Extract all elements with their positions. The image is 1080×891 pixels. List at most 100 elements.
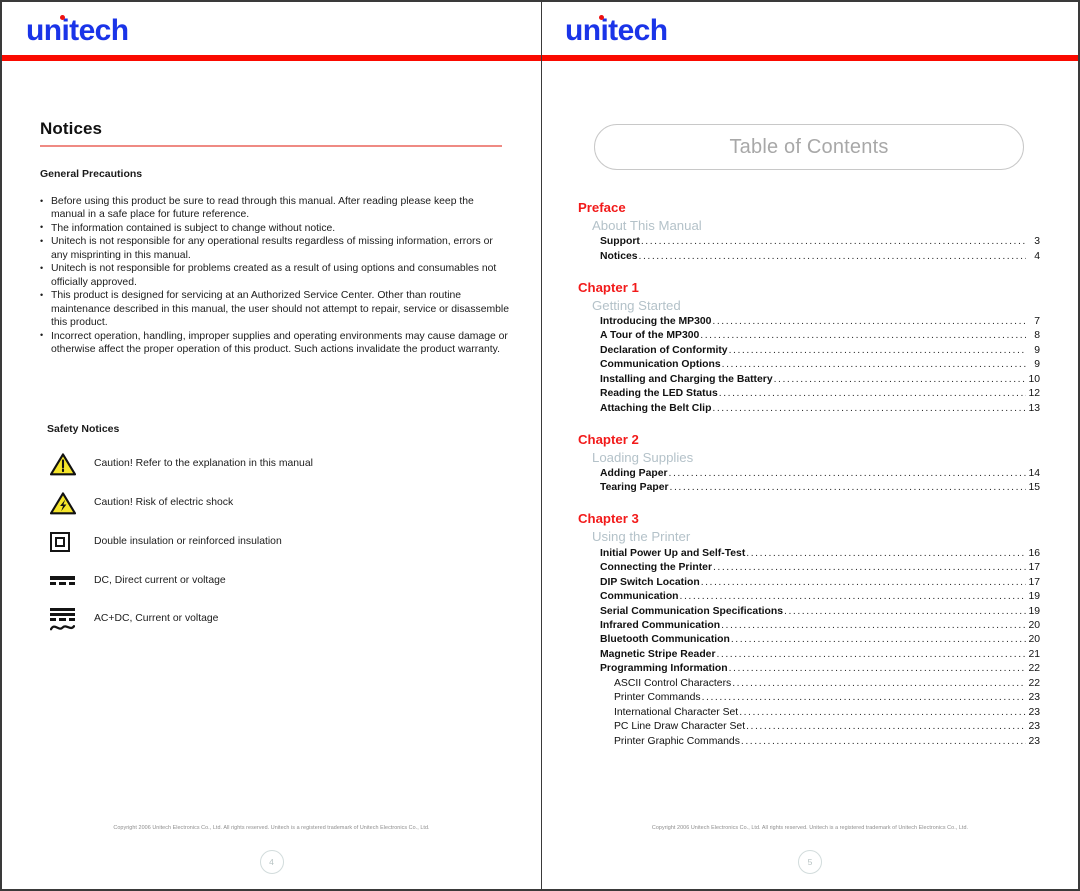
header-red-rule	[2, 55, 541, 61]
toc-section-heading: Getting Started	[592, 297, 681, 313]
toc-entry[interactable]: Connecting the Printer..................…	[600, 561, 1040, 575]
safety-notice-label: Caution! Risk of electric shock	[94, 496, 234, 508]
toc-entry-title: International Character Set	[614, 706, 739, 718]
toc-entry-page: 7	[1034, 316, 1040, 328]
toc-entry-title: Communication Options	[600, 359, 721, 371]
toc-entry[interactable]: Communication...........................…	[600, 590, 1040, 604]
logo-i-dot-icon	[598, 15, 604, 20]
toc-entry-title: Bluetooth Communication	[600, 634, 730, 646]
toc-dot-leader: ........................................…	[721, 620, 1026, 631]
toc-title: Table of Contents	[729, 136, 889, 158]
toc-entry[interactable]: Installing and Charging the Battery.....…	[600, 373, 1040, 387]
toc-entry[interactable]: A Tour of the MP300.....................…	[600, 329, 1040, 343]
caution-triangle-exclamation-icon	[47, 453, 93, 476]
toc-entry-page: 10	[1028, 373, 1040, 385]
page-left-notices: unitech Notices General Precautions Befo…	[0, 0, 542, 891]
toc-entry-title: PC Line Draw Character Set	[614, 721, 746, 733]
safety-notice-label: DC, Direct current or voltage	[94, 574, 226, 586]
toc-entry[interactable]: Initial Power Up and Self-Test..........…	[600, 547, 1040, 561]
toc-dot-leader: ........................................…	[773, 373, 1026, 385]
toc-section-heading: Using the Printer	[592, 529, 691, 545]
toc-dot-leader: ........................................…	[746, 721, 1026, 733]
toc-dot-leader: ........................................…	[701, 692, 1026, 704]
unitech-logo-text: unitech	[565, 14, 668, 47]
toc-entry-page: 4	[1034, 250, 1040, 262]
toc-entry[interactable]: Tearing Paper...........................…	[600, 481, 1040, 495]
toc-entry-page: 23	[1028, 692, 1040, 704]
toc-entry[interactable]: ASCII Control Characters................…	[614, 677, 1040, 691]
footer-copyright: Copyright 2006 Unitech Electronics Co., …	[113, 825, 430, 831]
toc-dot-leader: ........................................…	[721, 359, 1026, 371]
page-number-badge: 4	[259, 850, 284, 874]
toc-entry-title: Reading the LED Status	[600, 388, 718, 400]
unitech-logo-text: unitech	[26, 14, 129, 47]
toc-entry-title: A Tour of the MP300	[600, 330, 700, 342]
toc-entry-page: 12	[1028, 388, 1040, 400]
safety-notice-row: AC+DC, Current or voltage	[47, 600, 507, 639]
toc-entry-title: Initial Power Up and Self-Test	[600, 547, 746, 559]
general-precautions-list: Before using this product be sure to rea…	[40, 195, 510, 356]
safety-notice-label: Caution! Refer to the explanation in thi…	[94, 458, 313, 470]
toc-entry-title: Printer Graphic Commands	[614, 735, 740, 747]
toc-entry[interactable]: Bluetooth Communication.................…	[600, 633, 1040, 647]
toc-dot-leader: ........................................…	[669, 482, 1026, 494]
toc-dot-leader: ........................................…	[700, 576, 1026, 588]
toc-entry-page: 9	[1034, 344, 1040, 356]
toc-entry[interactable]: Printer Commands........................…	[614, 691, 1040, 705]
toc-entry-title: Installing and Charging the Battery	[600, 373, 773, 385]
toc-entry[interactable]: Programming Information.................…	[600, 662, 1040, 676]
toc-entry-title: Serial Communication Specifications	[600, 605, 784, 617]
toc-dot-leader: ........................................…	[728, 344, 1026, 356]
toc-entry-page: 13	[1028, 402, 1040, 414]
toc-entry-page: 16	[1028, 547, 1040, 559]
toc-entry-page: 23	[1028, 706, 1040, 718]
safety-notice-label: Double insulation or reinforced insulati…	[94, 535, 282, 547]
toc-dot-leader: ........................................…	[638, 250, 1026, 262]
toc-entry[interactable]: Reading the LED Status..................…	[600, 387, 1040, 401]
safety-notices-list: Caution! Refer to the explanation in thi…	[47, 445, 507, 639]
toc-entry[interactable]: Serial Communication Specifications.....…	[600, 605, 1040, 619]
safety-notices-heading: Safety Notices	[47, 423, 120, 435]
toc-dot-leader: ........................................…	[728, 663, 1026, 675]
header-red-rule	[542, 55, 1078, 61]
precaution-bullet: Unitech is not responsible for any opera…	[40, 235, 510, 262]
toc-dot-leader: ........................................…	[718, 388, 1026, 400]
toc-dot-leader: ........................................…	[712, 316, 1026, 328]
toc-entry[interactable]: DIP Switch Location.....................…	[600, 576, 1040, 590]
toc-entry-page: 23	[1028, 721, 1040, 733]
logo-i-dot-icon	[59, 15, 65, 20]
toc-entry-title: Communication	[600, 591, 679, 603]
toc-entry[interactable]: International Character Set.............…	[614, 706, 1040, 720]
toc-chapter-heading: Chapter 3	[578, 511, 639, 527]
toc-entry[interactable]: PC Line Draw Character Set..............…	[614, 720, 1040, 734]
toc-entry[interactable]: Printer Graphic Commands................…	[614, 735, 1040, 749]
toc-entry-page: 14	[1028, 468, 1040, 480]
safety-notice-row: Double insulation or reinforced insulati…	[47, 523, 507, 562]
toc-entry[interactable]: Communication Options...................…	[600, 358, 1040, 372]
caution-triangle-lightning-icon	[47, 492, 93, 515]
toc-dot-leader: ........................................…	[746, 547, 1026, 559]
toc-entry-title: Tearing Paper	[600, 482, 669, 494]
unitech-logo: unitech	[26, 14, 129, 47]
toc-entry-title: ASCII Control Characters	[614, 677, 732, 689]
toc-entry[interactable]: Infrared Communication..................…	[600, 619, 1040, 633]
toc-entry[interactable]: Magnetic Stripe Reader..................…	[600, 648, 1040, 662]
toc-entry[interactable]: Declaration of Conformity...............…	[600, 344, 1040, 358]
toc-entry-page: 19	[1028, 605, 1040, 617]
toc-entry[interactable]: Notices.................................…	[600, 250, 1040, 264]
toc-entry-page: 20	[1028, 634, 1040, 646]
toc-dot-leader: ........................................…	[716, 648, 1026, 660]
toc-title-box: Table of Contents	[594, 124, 1024, 170]
toc-entry-page: 15	[1028, 482, 1040, 494]
toc-chapter-heading: Chapter 2	[578, 431, 639, 447]
toc-entry[interactable]: Adding Paper............................…	[600, 467, 1040, 481]
safety-notice-row: Caution! Refer to the explanation in thi…	[47, 445, 507, 484]
toc-entry[interactable]: Support.................................…	[600, 235, 1040, 249]
toc-chapter-heading: Preface	[578, 200, 626, 215]
toc-entry[interactable]: Introducing the MP300...................…	[600, 315, 1040, 329]
document-spread: unitech Notices General Precautions Befo…	[0, 0, 1080, 891]
toc-entry-page: 9	[1034, 359, 1040, 371]
toc-dot-leader: ........................................…	[700, 330, 1026, 342]
toc-entry-page: 19	[1028, 591, 1040, 603]
toc-entry[interactable]: Attaching the Belt Clip.................…	[600, 402, 1040, 416]
